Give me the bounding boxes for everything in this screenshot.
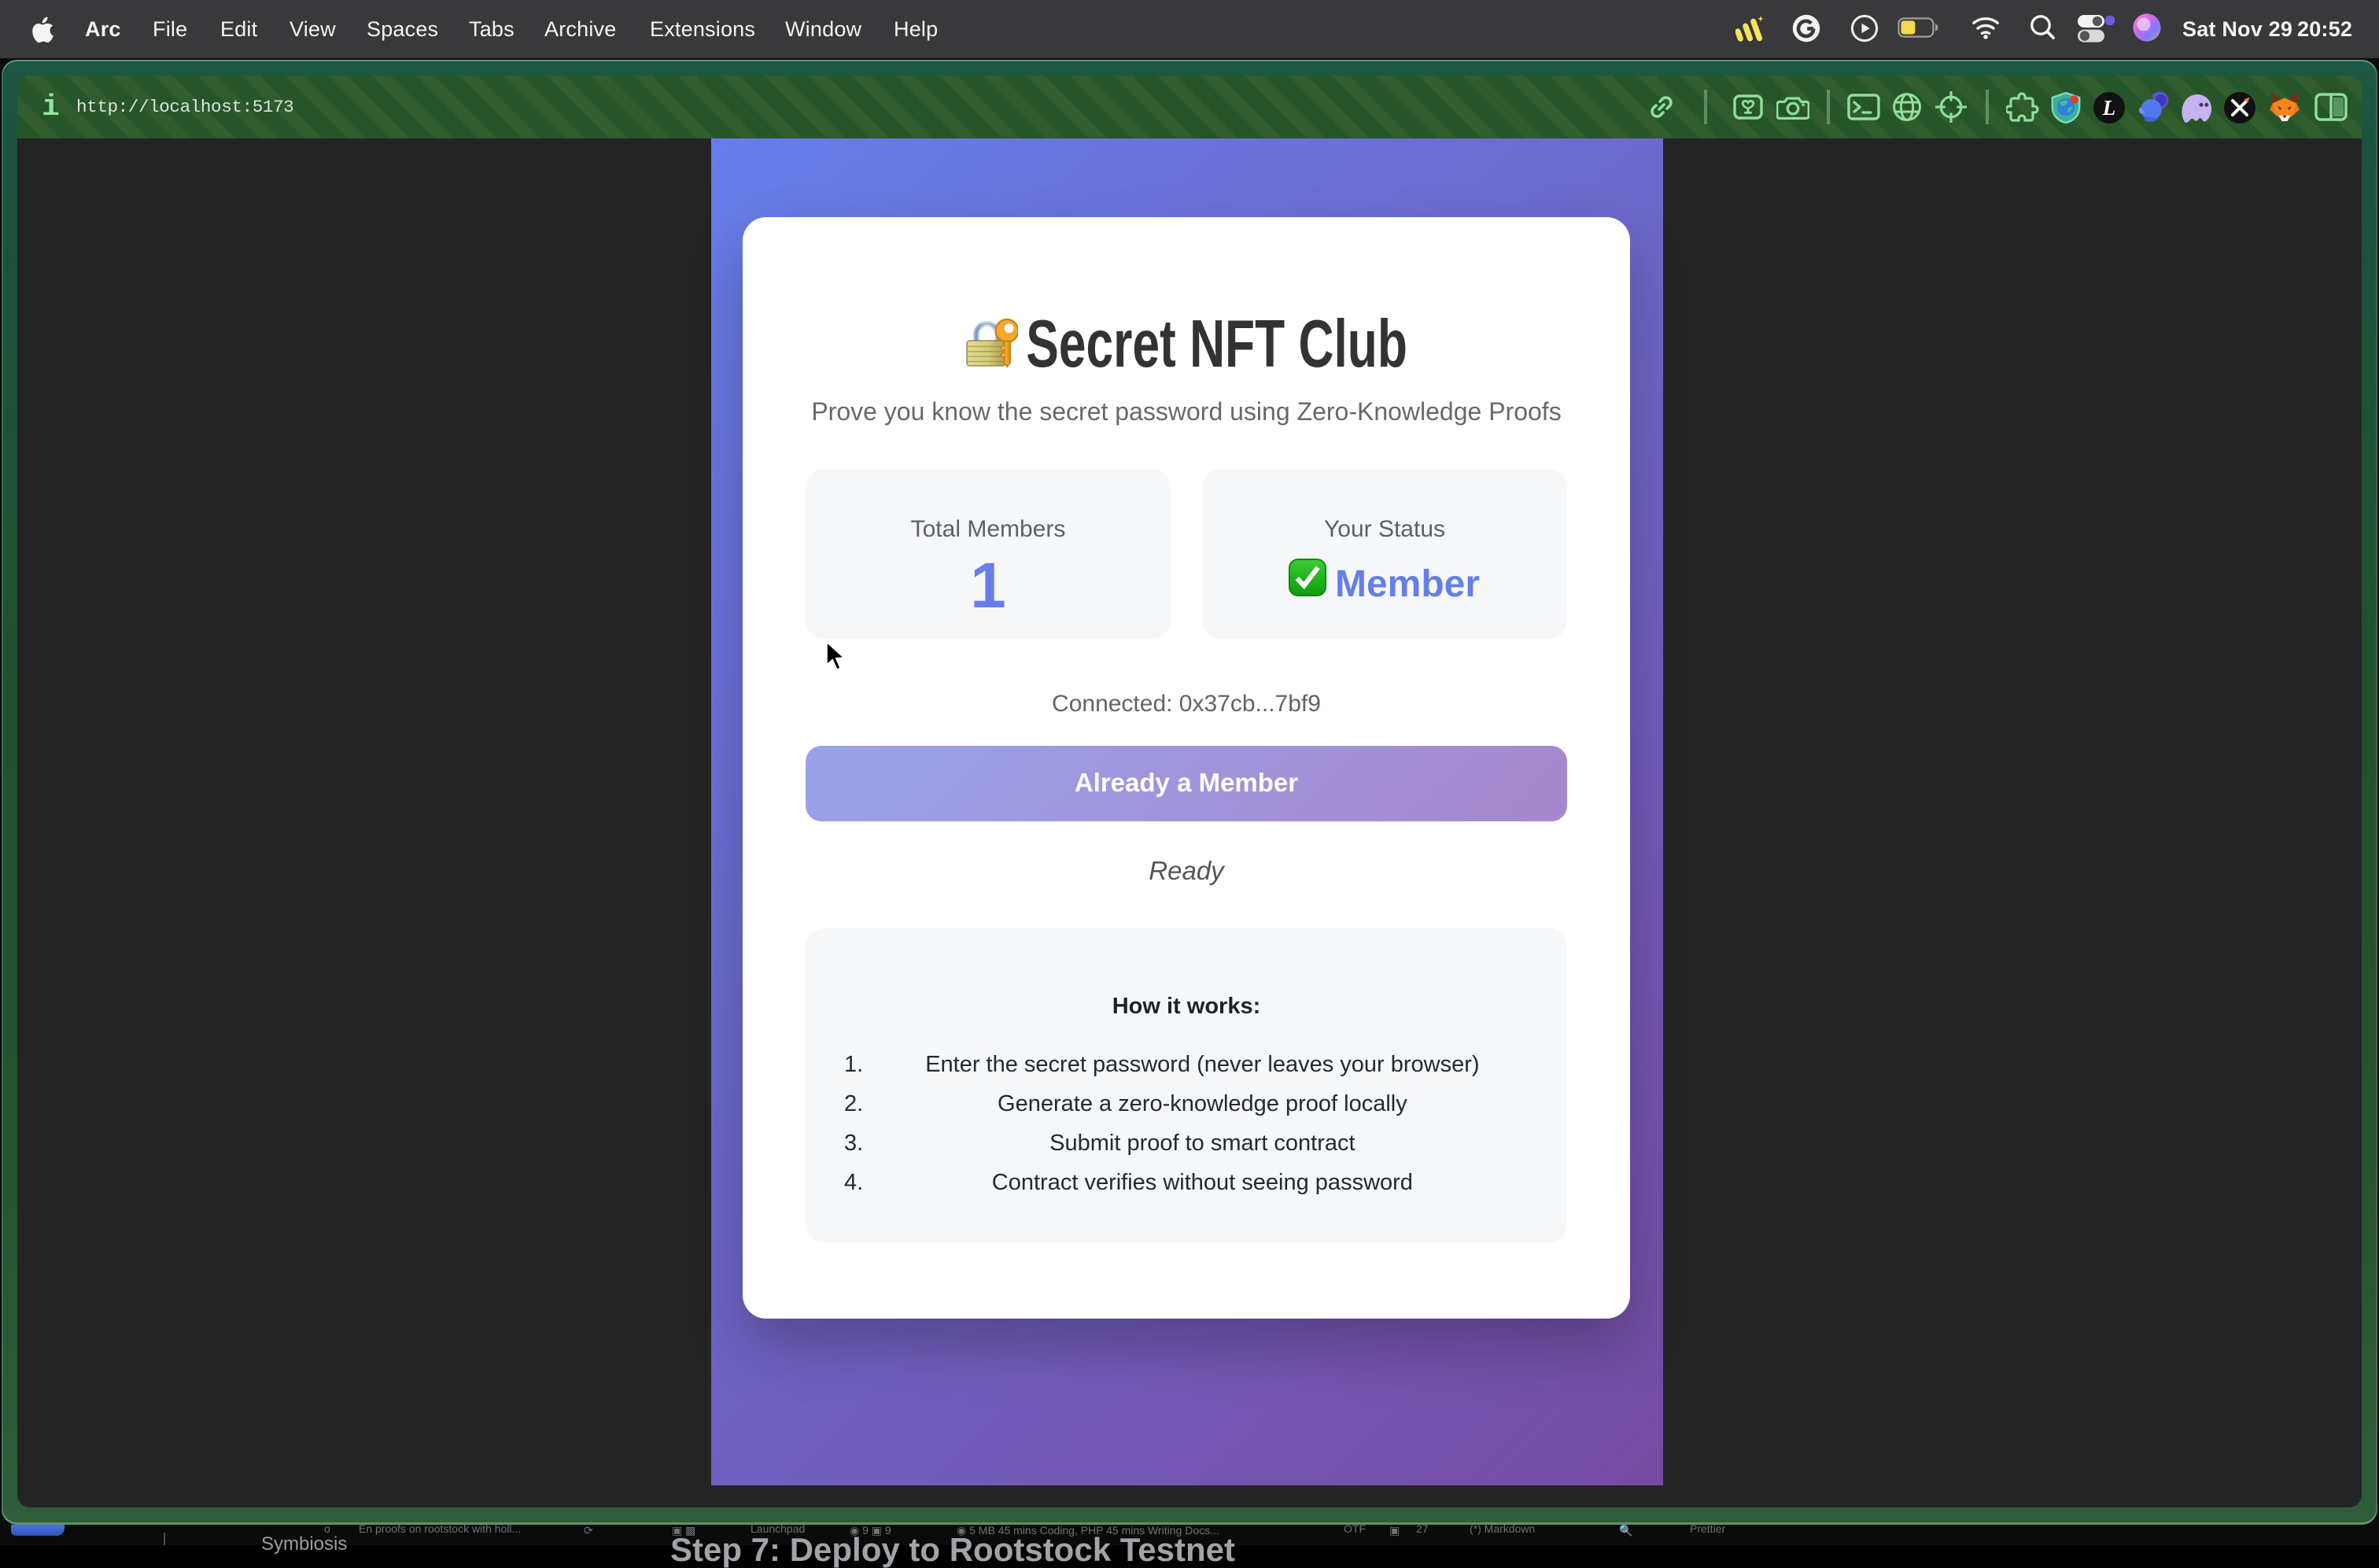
svg-text:L: L xyxy=(2102,95,2116,119)
